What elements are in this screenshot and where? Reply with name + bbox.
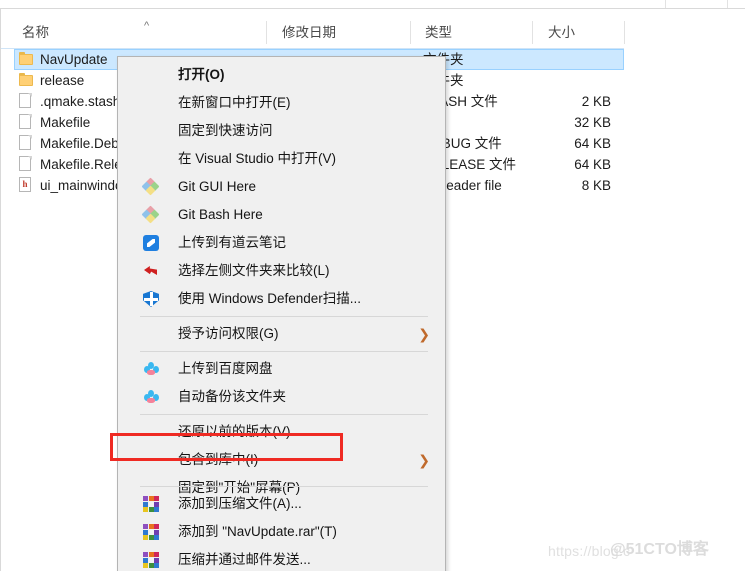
- git-icon: [141, 177, 160, 196]
- menu-item-label: 在新窗口中打开(E): [178, 95, 291, 110]
- menu-item-label: 上传到有道云笔记: [178, 235, 286, 250]
- folder-icon: [19, 52, 34, 67]
- git-icon: [141, 205, 160, 224]
- baidu-netdisk-icon: [143, 389, 159, 405]
- menu-item-label: 授予访问权限(G): [178, 326, 279, 341]
- file-icon: [19, 156, 34, 171]
- screenshot-root: 名称 ^ 修改日期 类型 大小 NavUpdate 文件夹: [0, 0, 745, 571]
- menu-item-upload-to-baidu-netdisk[interactable]: 上传到百度网盘: [119, 355, 446, 383]
- menu-item-open-new-window[interactable]: 在新窗口中打开(E): [119, 89, 446, 117]
- column-header-size[interactable]: 大小: [548, 17, 575, 48]
- menu-item-label: 固定到快速访问: [178, 123, 273, 138]
- menu-item-compress-and-email[interactable]: 压缩并通过邮件发送...: [119, 546, 446, 571]
- menu-item-scan-with-windows-defender[interactable]: 使用 Windows Defender扫描...: [119, 285, 446, 313]
- column-header-type[interactable]: 类型: [425, 17, 452, 48]
- file-name: release: [40, 73, 85, 88]
- chevron-right-icon: ❯: [418, 326, 430, 342]
- file-name: NavUpdate: [40, 52, 108, 67]
- file-icon: [19, 93, 34, 108]
- winrar-icon: [143, 496, 159, 512]
- shield-icon: [143, 291, 159, 307]
- column-header-date-modified[interactable]: 修改日期: [282, 17, 336, 48]
- menu-item-auto-backup-folder[interactable]: 自动备份该文件夹: [119, 383, 446, 411]
- menu-item-label: Git Bash Here: [178, 207, 263, 222]
- menu-item-label: 打开(O): [178, 67, 225, 82]
- file-icon: [19, 135, 34, 150]
- column-divider-2[interactable]: [410, 21, 411, 44]
- menu-item-open[interactable]: 打开(O): [119, 61, 446, 89]
- menu-item-grant-access-to[interactable]: 授予访问权限(G) ❯: [119, 320, 446, 348]
- column-header-name[interactable]: 名称: [22, 17, 49, 48]
- menu-item-label: 自动备份该文件夹: [178, 389, 286, 404]
- menu-item-label: 上传到百度网盘: [178, 361, 273, 376]
- chevron-right-icon: ❯: [418, 452, 430, 468]
- menu-item-open-in-visual-studio[interactable]: 在 Visual Studio 中打开(V): [119, 145, 446, 173]
- menu-item-label: Git GUI Here: [178, 179, 257, 194]
- menu-item-pin-to-quick-access[interactable]: 固定到快速访问: [119, 117, 446, 145]
- menu-item-label: 包含到库中(I): [178, 452, 259, 467]
- file-size: 2 KB: [581, 94, 611, 109]
- menu-item-label: 压缩并通过邮件发送...: [178, 552, 311, 567]
- menu-separator: [140, 351, 428, 352]
- menu-item-git-bash-here[interactable]: Git Bash Here: [119, 201, 446, 229]
- winrar-icon: [143, 552, 159, 568]
- column-divider-1[interactable]: [266, 21, 267, 44]
- menu-item-select-left-folder-to-compare[interactable]: 选择左侧文件夹来比较(L): [119, 257, 446, 285]
- sort-ascending-icon: ^: [144, 20, 150, 32]
- watermark-brand: @51CTO博客: [610, 541, 709, 558]
- winrar-icon: [143, 524, 159, 540]
- menu-item-label: 添加到压缩文件(A)...: [178, 496, 302, 511]
- file-name: Makefile: [40, 115, 91, 130]
- menu-item-restore-previous-versions[interactable]: 还原以前的版本(V): [119, 418, 446, 446]
- file-size: 32 KB: [574, 115, 611, 130]
- menu-separator: [140, 486, 428, 487]
- column-divider-3[interactable]: [532, 21, 533, 44]
- folder-icon: [19, 73, 34, 88]
- column-header-row: 名称 ^ 修改日期 类型 大小: [1, 17, 745, 48]
- menu-item-add-to-archive[interactable]: 添加到压缩文件(A)...: [119, 490, 446, 518]
- file-size: 8 KB: [581, 178, 611, 193]
- baidu-netdisk-icon: [143, 361, 159, 377]
- file-size: [549, 70, 611, 91]
- file-name: .qmake.stash: [40, 94, 121, 109]
- file-size: 64 KB: [574, 136, 611, 151]
- menu-item-upload-to-youdao-note[interactable]: 上传到有道云笔记: [119, 229, 446, 257]
- file-explorer-window: 名称 ^ 修改日期 类型 大小 NavUpdate 文件夹: [0, 8, 745, 571]
- compare-icon: [143, 263, 159, 279]
- youdao-note-icon: [143, 235, 159, 251]
- file-icon: [19, 114, 34, 129]
- menu-item-label: 添加到 "NavUpdate.rar"(T): [178, 524, 337, 539]
- file-size: [549, 49, 611, 70]
- context-menu: 打开(O) 在新窗口中打开(E) 固定到快速访问 在 Visual Studio…: [117, 56, 446, 571]
- menu-separator: [140, 414, 428, 415]
- file-size: 64 KB: [574, 157, 611, 172]
- h-file-icon: h: [19, 177, 34, 192]
- menu-item-label: 选择左侧文件夹来比较(L): [178, 263, 330, 278]
- column-divider-4[interactable]: [624, 21, 625, 44]
- menu-item-include-in-library[interactable]: 包含到库中(I) ❯: [119, 446, 446, 474]
- menu-separator: [140, 316, 428, 317]
- window-top-border: [0, 8, 745, 9]
- menu-item-label: 使用 Windows Defender扫描...: [178, 291, 362, 306]
- menu-item-label: 在 Visual Studio 中打开(V): [178, 151, 337, 166]
- menu-item-add-to-navupdate-rar[interactable]: 添加到 "NavUpdate.rar"(T): [119, 518, 446, 546]
- menu-item-git-gui-here[interactable]: Git GUI Here: [119, 173, 446, 201]
- menu-item-label: 还原以前的版本(V): [178, 424, 291, 439]
